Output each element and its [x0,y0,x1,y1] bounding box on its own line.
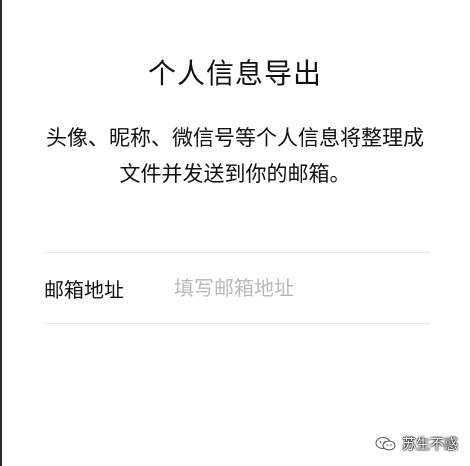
email-form-row: 邮箱地址 [44,253,430,323]
wechat-icon [375,436,397,452]
watermark-text: 苏生不惑 [402,437,458,453]
watermark: 苏生不惑 [375,434,458,454]
page-title: 个人信息导出 [147,57,322,90]
email-input[interactable] [174,272,430,304]
page-description: 头像、昵称、微信号等个人信息将整理成文件并发送到你的邮箱。 [46,126,424,186]
form-divider-bottom [44,323,430,324]
email-label: 邮箱地址 [44,277,124,302]
